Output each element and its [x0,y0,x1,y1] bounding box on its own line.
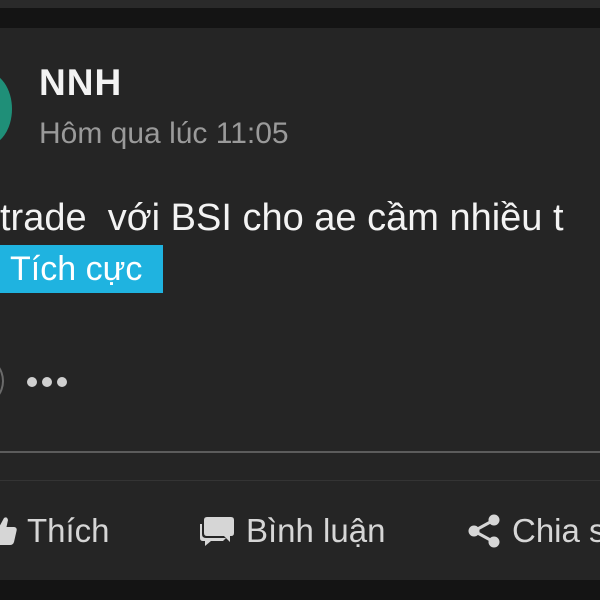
sentiment-tag: Tích cực [0,245,163,293]
share-icon [465,512,503,550]
post-card: NNH Hôm qua lúc 11:05 trade với BSI cho … [0,28,600,580]
avatar[interactable] [0,72,12,146]
divider [0,451,600,453]
author-name[interactable]: NNH [39,62,122,104]
bottom-strip [0,580,600,600]
comment-bubble-icon [197,513,237,549]
top-strip [0,0,600,8]
share-button[interactable]: Chia s [465,506,600,556]
post-text: trade với BSI cho ae cầm nhiều t [0,197,564,239]
thumbs-up-icon [0,515,18,547]
post-timestamp[interactable]: Hôm qua lúc 11:05 [39,117,289,151]
comment-label: Bình luận [246,512,386,549]
divider [0,480,600,481]
reaction-avatar[interactable] [0,358,4,404]
like-label: Thích [27,512,110,549]
more-options-icon[interactable] [25,369,71,395]
like-button[interactable]: Thích [0,506,110,556]
comment-button[interactable]: Bình luận [197,506,385,556]
share-label: Chia s [512,512,600,549]
